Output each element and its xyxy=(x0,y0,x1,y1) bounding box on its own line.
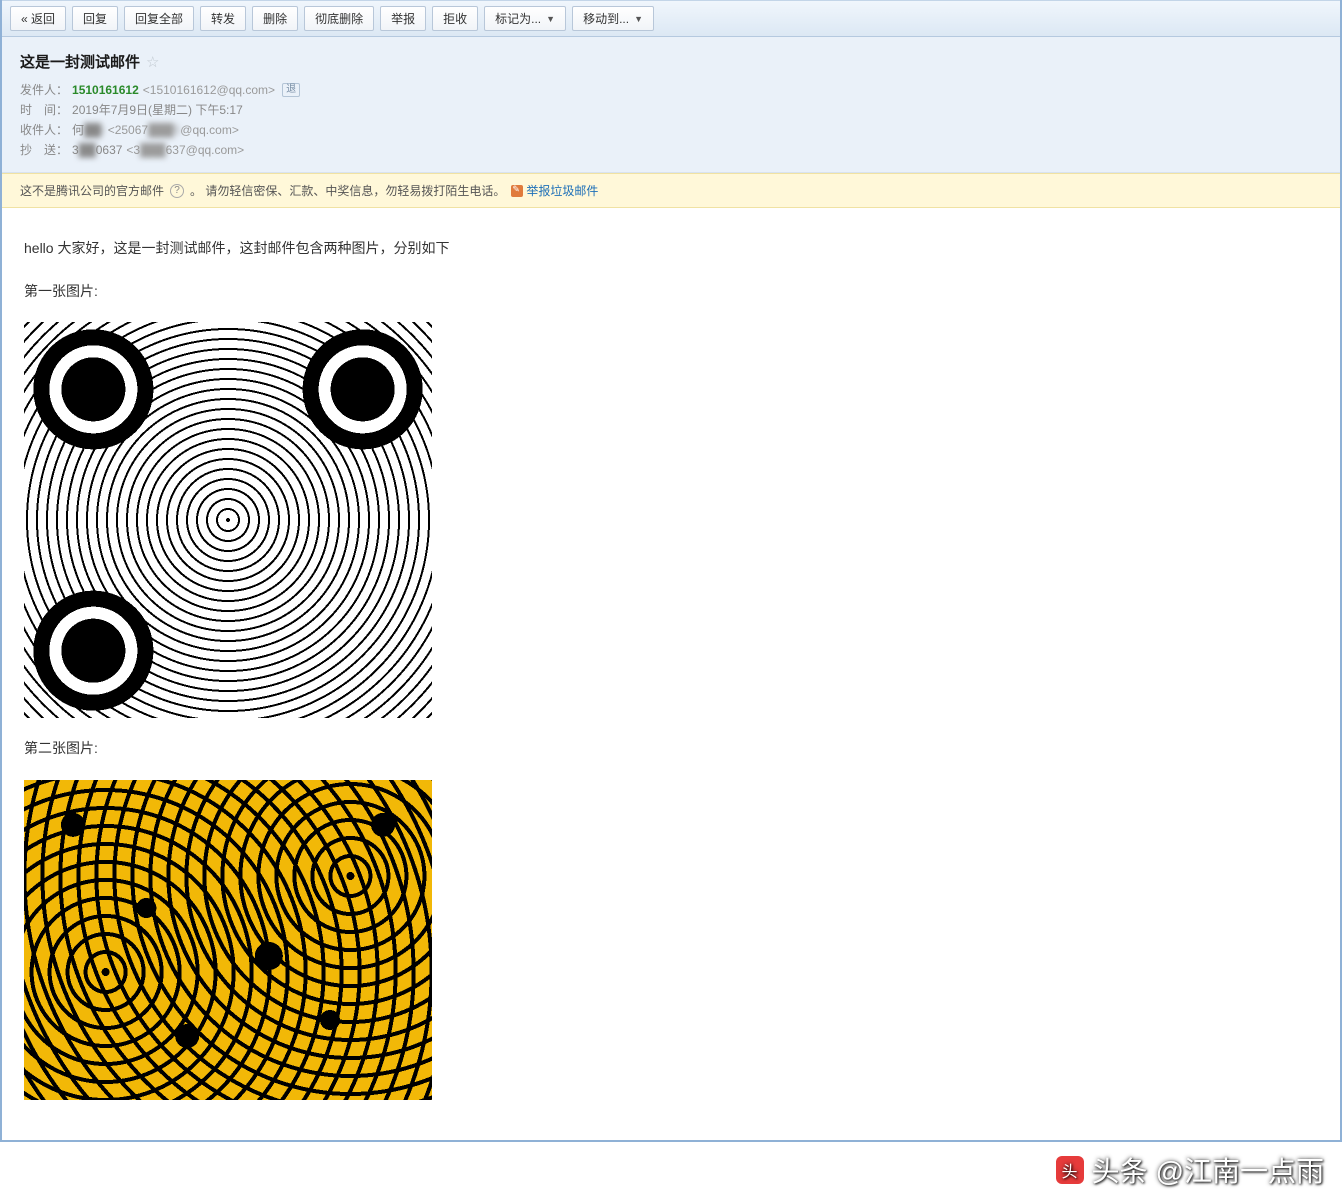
mail-body: hello 大家好，这是一封测试邮件，这封邮件包含两种图片，分别如下 第一张图片… xyxy=(2,208,1340,1140)
date-row: 时 间： 2019年7月9日(星期二) 下午5:17 xyxy=(20,100,1322,120)
watermark: 头 头条 @江南一点雨 xyxy=(1056,1150,1324,1190)
watermark-logo-icon: 头 xyxy=(1056,1156,1084,1184)
image1-label: 第一张图片: xyxy=(24,279,1318,304)
star-icon[interactable]: ☆ xyxy=(146,53,159,71)
recipient-row: 收件人： 何██i <25067███5@qq.com> xyxy=(20,120,1322,140)
cc-email: <3███637@qq.com> xyxy=(126,140,244,160)
question-icon[interactable]: ? xyxy=(170,184,184,198)
reject-button[interactable]: 拒收 xyxy=(432,6,478,31)
back-button[interactable]: « 返回 xyxy=(10,6,66,31)
report-icon xyxy=(511,185,523,197)
sender-row: 发件人： 1510161612 <1510161612@qq.com> 退 xyxy=(20,80,1322,100)
image2-label: 第二张图片: xyxy=(24,736,1318,761)
cc-row: 抄 送： 3██0637 <3███637@qq.com> xyxy=(20,140,1322,160)
date-label: 时 间： xyxy=(20,100,68,120)
forward-button[interactable]: 转发 xyxy=(200,6,246,31)
mark-as-label: 标记为... xyxy=(495,10,541,27)
chevron-down-icon: ▼ xyxy=(546,14,555,24)
sender-label: 发件人： xyxy=(20,80,68,100)
move-to-label: 移动到... xyxy=(583,10,629,27)
move-to-dropdown[interactable]: 移动到... ▼ xyxy=(572,6,654,31)
qr-code-image-2 xyxy=(24,780,432,1100)
report-button[interactable]: 举报 xyxy=(380,6,426,31)
body-greeting: hello 大家好，这是一封测试邮件，这封邮件包含两种图片，分别如下 xyxy=(24,236,1318,261)
recipient-name[interactable]: 何██i xyxy=(72,120,104,140)
reply-all-button[interactable]: 回复全部 xyxy=(124,6,194,31)
watermark-prefix: 头条 xyxy=(1092,1150,1148,1190)
reply-button[interactable]: 回复 xyxy=(72,6,118,31)
toolbar: « 返回 回复 回复全部 转发 删除 彻底删除 举报 拒收 标记为... ▼ 移… xyxy=(2,0,1340,37)
sender-email: <1510161612@qq.com> xyxy=(143,80,275,100)
recipient-email: <25067███5@qq.com> xyxy=(108,120,239,140)
sender-tag[interactable]: 退 xyxy=(282,83,300,97)
chevron-down-icon: ▼ xyxy=(634,14,643,24)
cc-label: 抄 送： xyxy=(20,140,68,160)
mail-header: 这是一封测试邮件 ☆ 发件人： 1510161612 <1510161612@q… xyxy=(2,37,1340,173)
warning-bar: 这不是腾讯公司的官方邮件 ? 。 请勿轻信密保、汇款、中奖信息，勿轻易拨打陌生电… xyxy=(2,173,1340,208)
recipient-label: 收件人： xyxy=(20,120,68,140)
cc-name[interactable]: 3██0637 xyxy=(72,140,122,160)
date-value: 2019年7月9日(星期二) 下午5:17 xyxy=(72,100,243,120)
mail-subject: 这是一封测试邮件 xyxy=(20,51,140,72)
delete-button[interactable]: 删除 xyxy=(252,6,298,31)
warning-text-a: 这不是腾讯公司的官方邮件 xyxy=(20,182,164,199)
report-spam-link[interactable]: 举报垃圾邮件 xyxy=(511,182,598,199)
warning-text-b: 。 请勿轻信密保、汇款、中奖信息，勿轻易拨打陌生电话。 xyxy=(190,182,505,199)
report-spam-label: 举报垃圾邮件 xyxy=(526,182,598,199)
qr-code-image-1 xyxy=(24,322,432,718)
delete-permanent-button[interactable]: 彻底删除 xyxy=(304,6,374,31)
mark-as-dropdown[interactable]: 标记为... ▼ xyxy=(484,6,566,31)
sender-name[interactable]: 1510161612 xyxy=(72,80,139,100)
watermark-text: @江南一点雨 xyxy=(1156,1150,1324,1190)
mail-container: « 返回 回复 回复全部 转发 删除 彻底删除 举报 拒收 标记为... ▼ 移… xyxy=(0,0,1342,1142)
